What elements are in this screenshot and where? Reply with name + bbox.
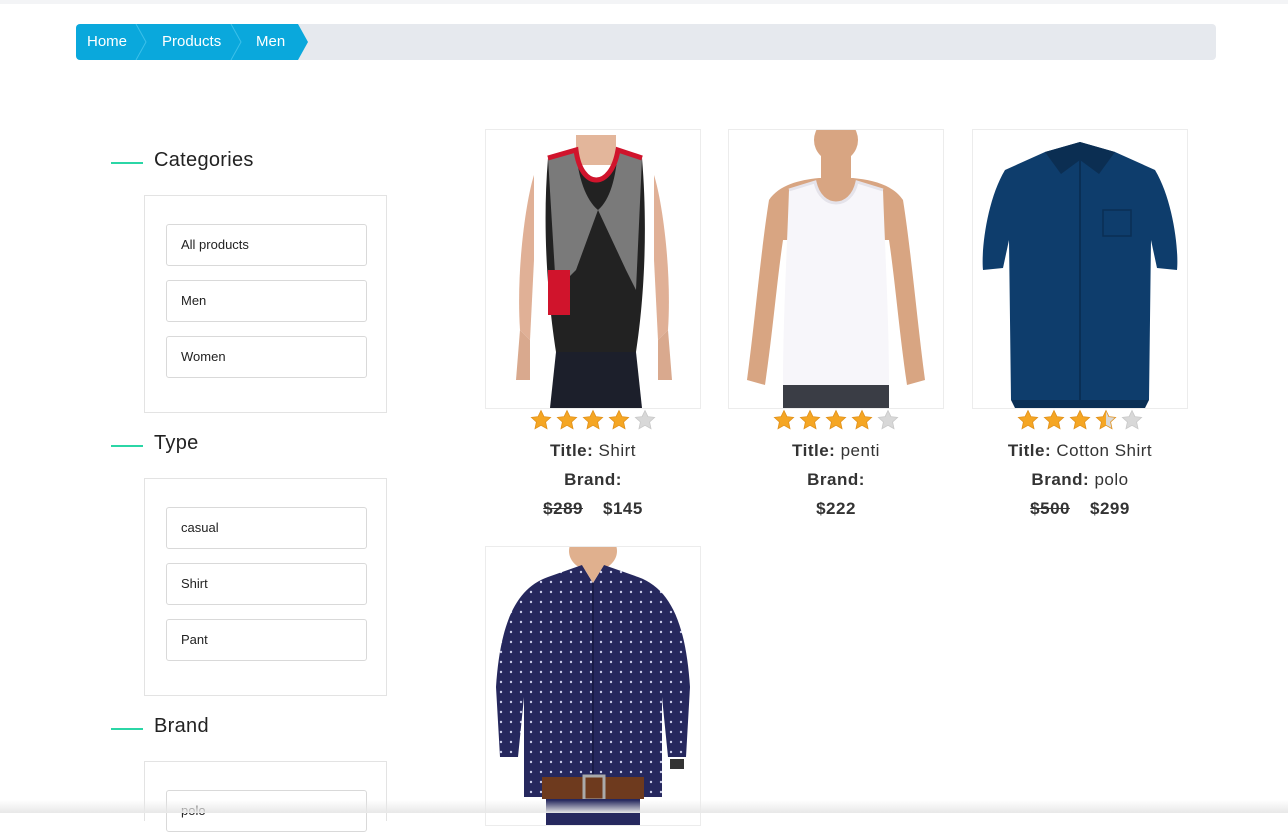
- star-icon: [877, 409, 899, 430]
- current-price: $222: [816, 499, 856, 518]
- star-icon: [773, 409, 795, 430]
- product-title: Title: Shirt: [549, 441, 636, 460]
- section-title: Type: [154, 432, 199, 454]
- star-icon: [851, 409, 873, 430]
- accent-line: [111, 162, 143, 164]
- filter-shirt[interactable]: Shirt: [166, 563, 367, 605]
- star-icon: [530, 409, 552, 430]
- rating-stars: [728, 409, 944, 433]
- star-icon: [799, 409, 821, 430]
- current-price: $145: [603, 499, 643, 518]
- star-icon: [1095, 409, 1117, 430]
- accent-line: [111, 445, 143, 447]
- top-strip: [0, 0, 1288, 4]
- product-price: $500 $299: [972, 499, 1188, 519]
- product-brand: Brand:: [807, 470, 865, 489]
- product-image[interactable]: [485, 546, 701, 826]
- star-icon: [582, 409, 604, 430]
- rating-stars: [485, 409, 701, 433]
- current-price: $299: [1090, 499, 1130, 518]
- categories-filter-box: All products Men Women: [144, 195, 387, 413]
- old-price: $289: [543, 499, 583, 518]
- product-brand: Brand:: [564, 470, 622, 489]
- star-icon: [1121, 409, 1143, 430]
- navy-blue-shirt-image: [982, 142, 1178, 408]
- product-title: Title: Cotton Shirt: [1007, 441, 1153, 460]
- star-icon: [634, 409, 656, 430]
- product-brand: Brand: polo: [1031, 470, 1129, 489]
- rating-stars: [972, 409, 1188, 433]
- star-icon: [608, 409, 630, 430]
- star-icon: [1069, 409, 1091, 430]
- star-icon: [1017, 409, 1039, 430]
- star-icon: [1043, 409, 1065, 430]
- product-title: Title: penti: [792, 441, 880, 460]
- filter-all-products[interactable]: All products: [166, 224, 367, 266]
- white-tank-top-image: [729, 130, 943, 408]
- product-price: $289 $145: [485, 499, 701, 519]
- product-image[interactable]: [972, 129, 1188, 409]
- bottom-shadow: [0, 800, 1288, 813]
- section-title: Categories: [154, 149, 254, 171]
- star-icon: [556, 409, 578, 430]
- type-filter-box: casual Shirt Pant: [144, 478, 387, 696]
- product-price: $222: [728, 499, 944, 519]
- red-black-tank-top-image: [516, 135, 672, 408]
- breadcrumb-home[interactable]: Home: [87, 24, 127, 60]
- breadcrumb: Home Products Men: [76, 24, 1216, 60]
- old-price: $500: [1030, 499, 1070, 518]
- breadcrumb-men[interactable]: Men: [256, 24, 285, 60]
- product-image[interactable]: [728, 129, 944, 409]
- dotted-navy-shirt-image: [496, 547, 690, 825]
- filter-pant[interactable]: Pant: [166, 619, 367, 661]
- breadcrumb-products[interactable]: Products: [162, 24, 221, 60]
- star-icon: [825, 409, 847, 430]
- filter-women[interactable]: Women: [166, 336, 367, 378]
- accent-line: [111, 728, 143, 730]
- section-title: Brand: [154, 715, 209, 737]
- product-image[interactable]: [485, 129, 701, 409]
- filter-casual[interactable]: casual: [166, 507, 367, 549]
- filter-men[interactable]: Men: [166, 280, 367, 322]
